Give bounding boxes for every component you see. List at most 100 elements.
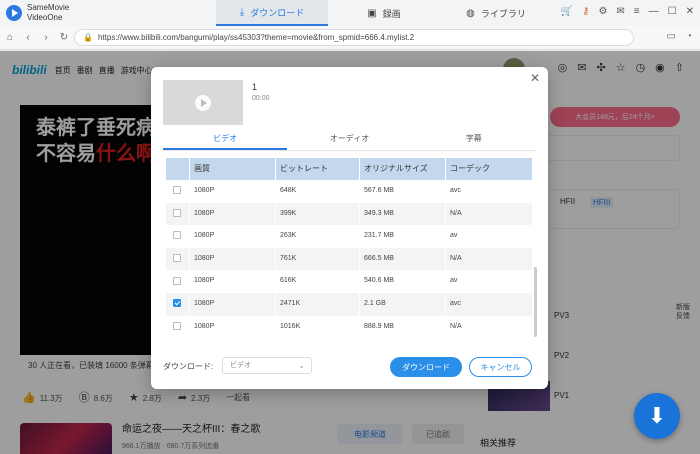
cancel-button[interactable]: キャンセル [469,357,532,377]
url-field[interactable]: 🔒 https://www.bilibili.com/bangumi/play/… [74,29,634,46]
close-window-icon[interactable]: ✕ [686,6,694,17]
library-icon: ◍ [466,7,475,19]
table-row[interactable]: 1080P 616K 540.6 MB av [166,270,533,293]
app-name-line1: SameMovie [27,3,70,12]
table-row[interactable]: 1080P 1016K 888.9 MB N/A [166,315,533,338]
table-row[interactable]: 1080P 263K 231.7 MB av [166,225,533,248]
key-icon[interactable]: ⚷ [582,6,589,17]
cell-quality: 1080P [190,202,276,226]
cell-bitrate: 761K [276,247,360,271]
table-row[interactable]: 1080P 648K 567.6 MB avc [166,180,533,203]
tab-video[interactable]: ビデオ [163,131,288,150]
table-scrollbar[interactable] [534,267,537,337]
app-logo-icon [6,5,22,21]
url-text: https://www.bilibili.com/bangumi/play/ss… [97,33,415,42]
app-titlebar: SameMovie VideoOne ⤓ ダウンロード ▣ 録画 ◍ ライブラリ… [0,0,700,26]
cell-codec: av [446,225,533,248]
cell-codec: N/A [446,315,533,338]
row-select [166,202,190,226]
tab-library-label: ライブラリ [480,8,526,19]
cell-size: 666.5 MB [360,247,446,271]
address-bar: ⌂ ‹ › ↻ 🔒 https://www.bilibili.com/bangu… [0,26,700,50]
cell-bitrate: 2471K [276,292,360,316]
app-tabs: ⤓ ダウンロード ▣ 録画 ◍ ライブラリ [216,0,552,26]
download-type-value: ビデオ [230,362,251,369]
minimize-icon[interactable]: — [649,6,659,17]
cell-codec: N/A [446,247,533,271]
video-duration: 00:00 [252,95,270,102]
tab-audio[interactable]: オーディオ [287,131,411,150]
back-icon[interactable]: ‹ [20,32,36,43]
download-arrow-icon: ⬇ [647,403,667,428]
row-checkbox[interactable] [173,208,181,217]
cell-quality: 1080P [190,225,276,248]
cell-quality: 1080P [190,180,276,203]
row-checkbox[interactable] [173,276,181,285]
app-name-line2: VideoOne [27,13,63,22]
header-codec: コーデック [446,158,533,180]
tab-download-label: ダウンロード [250,7,305,18]
download-button[interactable]: ダウンロード [390,357,462,377]
tab-library[interactable]: ◍ ライブラリ [440,0,552,26]
table-row[interactable]: 1080P 761K 666.5 MB N/A [166,247,533,271]
row-select [166,247,190,271]
row-select [166,270,190,293]
tab-record[interactable]: ▣ 録画 [328,0,440,26]
cell-quality: 1080P [190,315,276,338]
forward-icon[interactable]: › [38,32,54,43]
row-select [166,292,190,316]
tab-download[interactable]: ⤓ ダウンロード [216,0,328,26]
address-bar-actions: ▭ ◔ [667,31,693,42]
close-icon[interactable]: ✕ [530,71,540,85]
cell-codec: avc [446,292,533,316]
play-icon [195,94,211,111]
cell-bitrate: 616K [276,270,360,293]
cell-size: 888.9 MB [360,315,446,338]
cell-codec: av [446,270,533,293]
menu-icon[interactable]: ≡ [634,6,640,17]
cell-size: 540.6 MB [360,270,446,293]
row-checkbox[interactable] [173,231,181,240]
dialog-tabs: ビデオ オーディオ 字幕 [163,131,536,151]
row-select [166,315,190,338]
account-icon[interactable]: ◔ [686,31,692,42]
tab-subtitle[interactable]: 字幕 [412,131,536,150]
row-select [166,180,190,203]
download-type-label: ダウンロード: [163,362,214,371]
cell-bitrate: 263K [276,225,360,248]
row-checkbox[interactable] [173,321,181,330]
header-quality: 画質 [190,158,276,180]
cell-codec: avc [446,180,533,203]
maximize-icon[interactable]: ☐ [668,6,677,17]
cell-size: 231.7 MB [360,225,446,248]
video-thumbnail [163,80,243,125]
cart-icon[interactable]: 🛒 [561,6,573,17]
table-body: 1080P 648K 567.6 MB avc 1080P 399K 349.3 MB N/A… [166,180,533,338]
format-table: 画質 ビットレート オリジナルサイズ コーデック 1080P 648K 567.6 … [166,158,533,338]
mail-icon[interactable]: ✉ [616,6,624,17]
cell-quality: 1080P [190,270,276,293]
download-dialog: ✕ 1 00:00 ビデオ オーディオ 字幕 画質 ビットレート オリジナルサイ… [151,67,548,389]
cell-codec: N/A [446,202,533,226]
cell-bitrate: 648K [276,180,360,203]
reload-icon[interactable]: ↻ [56,32,72,43]
lock-icon: 🔒 [83,33,93,42]
cell-size: 2.1 GB [360,292,446,316]
row-checkbox[interactable] [173,253,181,262]
record-icon: ▣ [367,7,377,19]
cell-bitrate: 399K [276,202,360,226]
app-name: SameMovie VideoOne [27,3,69,23]
table-row[interactable]: 1080P 399K 349.3 MB N/A [166,202,533,226]
video-title: 1 [252,82,258,92]
download-fab[interactable]: ⬇ [634,393,680,439]
extension-icon[interactable]: ▭ [667,31,676,42]
cell-size: 567.6 MB [360,180,446,203]
row-checkbox[interactable] [173,299,181,308]
row-checkbox[interactable] [173,186,181,195]
cell-size: 349.3 MB [360,202,446,226]
table-row[interactable]: 1080P 2471K 2.1 GB avc [166,292,533,316]
header-select [166,158,190,180]
settings-icon[interactable]: ⚙ [598,6,607,17]
download-type-select[interactable]: ビデオ ⌄ [222,357,312,374]
home-icon[interactable]: ⌂ [2,32,18,43]
